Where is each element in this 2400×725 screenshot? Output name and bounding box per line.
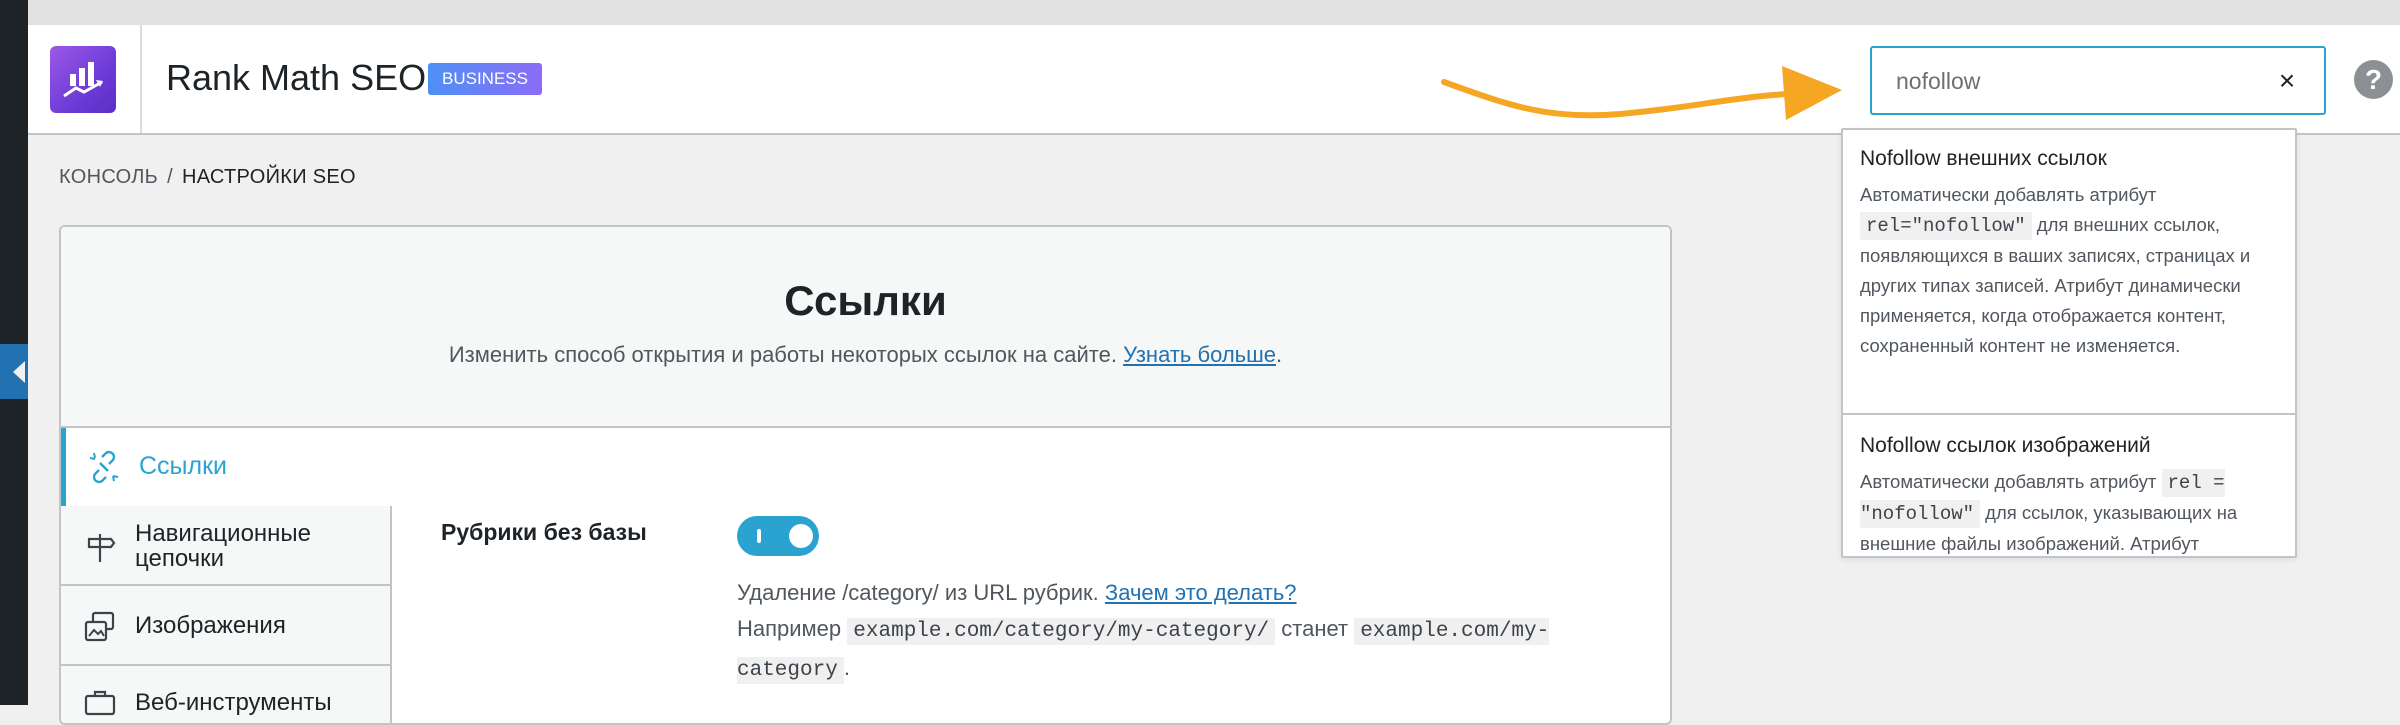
breadcrumb-current: НАСТРОЙКИ SEO bbox=[181, 166, 356, 188]
setting-desc-becomes: станет bbox=[1281, 616, 1349, 641]
nav-item-webmaster-tools[interactable]: Веб-инструменты bbox=[61, 666, 392, 723]
panel-subtitle: Изменить способ открытия и работы некото… bbox=[61, 342, 1670, 368]
search-input[interactable] bbox=[1896, 62, 2256, 100]
search-result[interactable]: Nofollow внешних ссылок Автоматически до… bbox=[1843, 130, 2295, 415]
header-divider bbox=[140, 25, 142, 133]
settings-panel: Ссылки Изменить способ открытия и работы… bbox=[59, 225, 1672, 725]
help-icon[interactable]: ? bbox=[2354, 60, 2393, 99]
images-icon bbox=[84, 611, 115, 642]
panel-header: Ссылки Изменить способ открытия и работы… bbox=[61, 227, 1670, 428]
result-description: Автоматически добавлять атрибут rel="nof… bbox=[1860, 180, 2279, 361]
rank-math-logo[interactable] bbox=[50, 46, 116, 113]
setting-desc-text: Удаление /category/ из URL рубрик. bbox=[737, 580, 1099, 605]
toggle-knob bbox=[789, 524, 813, 548]
close-icon[interactable]: × bbox=[2272, 66, 2302, 96]
nav-item-label: Навигационные цепочки bbox=[135, 520, 312, 572]
plan-badge: BUSINESS bbox=[428, 63, 542, 95]
result-title: Nofollow внешних ссылок bbox=[1860, 147, 2107, 170]
nav-item-breadcrumbs[interactable]: Навигационные цепочки bbox=[61, 506, 392, 586]
browser-top-strip bbox=[0, 0, 2400, 25]
page-header: Rank Math SEO BUSINESS × ? bbox=[28, 25, 2400, 135]
toolbox-icon bbox=[84, 690, 116, 716]
breadcrumb: КОНСОЛЬ / НАСТРОЙКИ SEO bbox=[59, 166, 356, 189]
active-indicator bbox=[61, 428, 66, 506]
admin-sidebar-active-item[interactable] bbox=[0, 344, 28, 399]
settings-search-box[interactable]: × bbox=[1870, 46, 2326, 115]
nav-item-links[interactable]: Ссылки bbox=[61, 428, 1670, 506]
setting-label: Рубрики без базы bbox=[441, 519, 647, 545]
setting-description: Удаление /category/ из URL рубрик. Зачем… bbox=[737, 575, 1617, 689]
nav-item-images[interactable]: Изображения bbox=[61, 586, 392, 666]
search-result[interactable]: Nofollow ссылок изображений Автоматическ… bbox=[1843, 417, 2295, 556]
search-results-dropdown: Nofollow внешних ссылок Автоматически до… bbox=[1841, 128, 2297, 558]
strip-category-base-toggle[interactable] bbox=[737, 516, 819, 556]
panel-title: Ссылки bbox=[784, 277, 947, 324]
active-pointer-icon bbox=[13, 361, 25, 383]
signpost-icon bbox=[87, 534, 116, 562]
why-link[interactable]: Зачем это делать? bbox=[1105, 580, 1297, 605]
result-description: Автоматически добавлять атрибут rel = "n… bbox=[1860, 467, 2279, 556]
example-code: example.com/category/my-category/ bbox=[847, 618, 1276, 645]
toggle-on-mark bbox=[757, 529, 761, 543]
nav-item-label: Веб-инструменты bbox=[135, 689, 332, 716]
result-desc-text: Автоматически добавлять атрибут bbox=[1860, 184, 2157, 205]
chart-logo-icon bbox=[63, 62, 103, 98]
breadcrumb-root[interactable]: КОНСОЛЬ bbox=[59, 166, 158, 188]
panel-subtitle-end: . bbox=[1276, 342, 1283, 367]
link-icon bbox=[89, 450, 119, 484]
annotation-arrow bbox=[1441, 66, 1842, 120]
nav-item-label: Изображения bbox=[135, 612, 286, 639]
result-code: rel="nofollow" bbox=[1860, 212, 2032, 240]
setting-desc-end: . bbox=[843, 655, 850, 680]
result-desc-text: Автоматически добавлять атрибут bbox=[1860, 471, 2157, 492]
result-title: Nofollow ссылок изображений bbox=[1860, 434, 2151, 457]
panel-subtitle-text: Изменить способ открытия и работы некото… bbox=[448, 342, 1117, 367]
breadcrumb-separator: / bbox=[167, 166, 173, 188]
brand-title: Rank Math SEO bbox=[166, 57, 427, 98]
setting-desc-example: Например bbox=[737, 616, 842, 641]
learn-more-link[interactable]: Узнать больше bbox=[1123, 342, 1276, 367]
nav-item-label: Ссылки bbox=[139, 452, 228, 480]
